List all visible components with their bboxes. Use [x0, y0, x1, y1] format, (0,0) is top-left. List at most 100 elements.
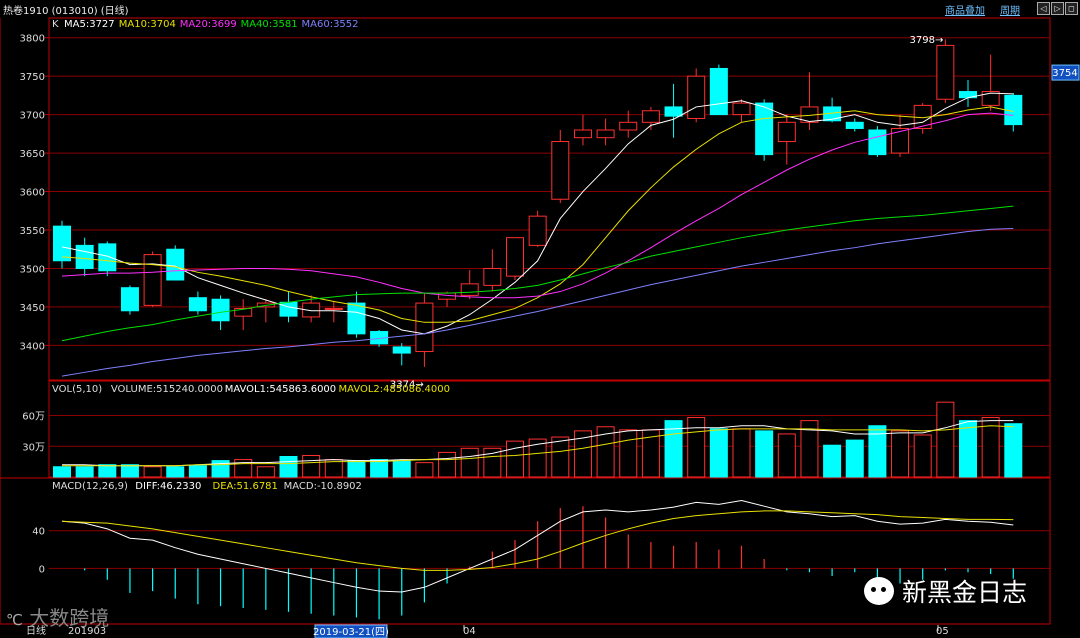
legend-prefix: K [52, 19, 59, 30]
candle-body [324, 307, 343, 310]
candle-body [166, 248, 185, 281]
volume-bar [823, 444, 842, 478]
volume-bar [709, 428, 728, 478]
candle-body [211, 298, 230, 322]
volume-bar [120, 464, 139, 478]
volume-legend-item: VOLUME:515240.0000 [111, 384, 223, 395]
watermark-left-text: 大数跨境 [29, 606, 110, 630]
price-tick-label: 3550 [20, 226, 45, 237]
candle-body [845, 121, 864, 129]
volume-bar [845, 439, 864, 478]
price-tick-label: 3800 [20, 34, 45, 45]
ma-legend-item: MA40:3581 [241, 19, 298, 30]
candle-body [732, 102, 751, 116]
candle-body [709, 67, 728, 116]
volume-bar [279, 456, 298, 478]
candle-body [868, 129, 887, 156]
macd-legend-item: MACD(12,26,9) [52, 481, 128, 492]
price-tick-label: 3450 [20, 303, 45, 314]
candle-body [777, 121, 796, 143]
volume-bar [188, 465, 207, 478]
candle-body [279, 301, 298, 317]
candle-body [687, 75, 706, 119]
volume-legend-item: MAVOL2:485086.4000 [339, 384, 450, 395]
candle-body [143, 254, 162, 306]
candle-body [755, 102, 774, 156]
volume-bar [891, 430, 910, 478]
volume-bar [913, 434, 932, 478]
volume-bar [460, 447, 479, 478]
volume-bar [959, 420, 977, 478]
watermark-left: ℃ 大数跨境 [6, 602, 109, 631]
volume-bar [347, 460, 366, 478]
volume-bar [528, 438, 547, 478]
volume-tick-label: 30万 [22, 442, 45, 453]
price-panel-frame [48, 17, 1051, 381]
volume-bar [392, 460, 411, 478]
macd-tick-label: 40 [32, 527, 45, 538]
candle-body [75, 244, 94, 269]
watermark-right-text: 新黑金日志 [901, 578, 1027, 607]
volume-bar [75, 466, 94, 478]
kline-chart[interactable]: 3800 3750 3700 3650 3600 3550 3500 3450 3400 K MA5… [0, 0, 1080, 638]
x-axis-label: 04 [463, 626, 476, 637]
ma-legend-item: MA5:3727 [64, 19, 115, 30]
price-tick-label: 3650 [20, 149, 45, 160]
volume-bar [687, 417, 706, 478]
macd-legend-item: MACD:-10.8902 [284, 481, 362, 492]
high-price-label: 3798→ [910, 35, 944, 46]
candle-body [641, 110, 660, 123]
candle-body [573, 129, 592, 139]
volume-bar [53, 466, 71, 478]
volume-bar [506, 440, 524, 478]
volume-bar [777, 433, 796, 478]
candle-body [53, 225, 71, 262]
volume-bar [438, 451, 457, 478]
ma-legend-item: MA10:3704 [119, 19, 176, 30]
current-price-label: 3754 [1052, 68, 1077, 79]
cursor-date-label: 2019-03-21(四) [313, 627, 389, 638]
macd-legend-item: DEA:51.6781 [213, 481, 278, 492]
price-tick-label: 3500 [20, 264, 45, 275]
volume-bar [256, 466, 275, 478]
volume-bar [143, 466, 162, 478]
candle-body [460, 283, 479, 296]
candle-body [664, 106, 683, 117]
candle-body [596, 129, 615, 139]
candle-body [936, 44, 955, 100]
volume-bar [732, 428, 751, 478]
candle-body [120, 287, 139, 312]
volume-bar [415, 462, 434, 478]
x-axis-bar [0, 625, 1080, 638]
volume-tick-label: 60万 [22, 412, 45, 423]
watermark-right: 新黑金日志 [864, 573, 1027, 609]
candle-body [98, 243, 117, 272]
candle-body [188, 297, 207, 312]
volume-legend-item: VOL(5,10) [52, 384, 102, 395]
ma-legend-item: MA60:3552 [302, 19, 359, 30]
ma-legend-item: MA20:3699 [180, 19, 237, 30]
wechat-icon [864, 577, 894, 605]
candle-body [392, 346, 411, 354]
candle-body [483, 267, 502, 286]
volume-bar [936, 401, 955, 478]
volume-bar [1004, 423, 1023, 478]
volume-bar [166, 466, 185, 478]
candle-body [415, 302, 434, 353]
volume-legend-item: MAVOL1:545863.6000 [225, 384, 336, 395]
candle-body [619, 121, 638, 131]
logo-icon: ℃ [6, 611, 23, 629]
volume-bar [98, 464, 117, 478]
candle-body [347, 302, 366, 335]
volume-bar [370, 459, 389, 478]
volume-bar [551, 436, 570, 478]
macd-tick-label: 0 [39, 564, 45, 575]
volume-bar [483, 447, 502, 478]
x-axis-label: 05 [936, 626, 949, 637]
candle-body [891, 127, 910, 154]
price-tick-label: 3600 [20, 188, 45, 199]
candle-body [528, 215, 547, 246]
candle-body [551, 141, 570, 200]
price-tick-label: 3750 [20, 72, 45, 83]
volume-bar [619, 429, 638, 478]
